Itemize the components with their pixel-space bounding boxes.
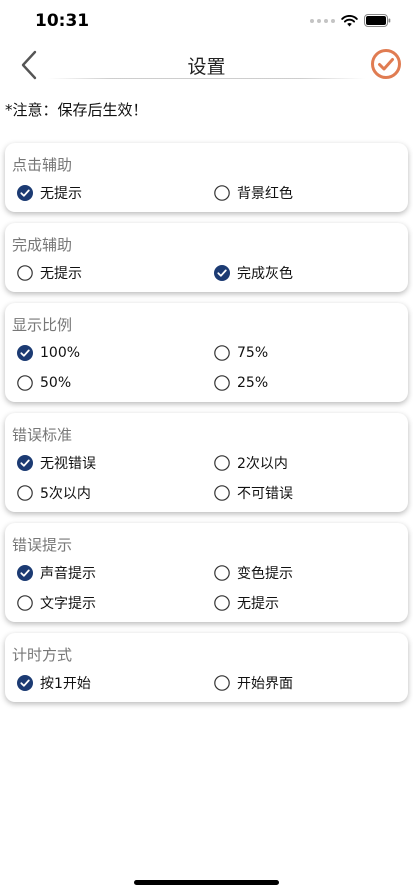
- radio-empty-icon: [214, 375, 230, 391]
- option-sound-hint[interactable]: 声音提示: [17, 562, 96, 584]
- radio-checked-icon: [17, 185, 33, 201]
- option-scale-100[interactable]: 100%: [17, 342, 80, 364]
- section-title: 点击辅助: [12, 156, 73, 174]
- radio-empty-icon: [214, 485, 230, 501]
- section-click-assist: 点击辅助 无提示 背景红色: [5, 143, 408, 212]
- wifi-icon: [341, 14, 358, 26]
- title-divider: [48, 78, 365, 79]
- home-indicator[interactable]: [134, 880, 279, 885]
- section-error-standard: 错误标准 无视错误 2次以内 5次以内 不可错误: [5, 413, 408, 512]
- page-title: 设置: [187, 56, 226, 78]
- radio-empty-icon: [214, 595, 230, 611]
- status-bar: 10:31: [0, 0, 413, 44]
- option-red-background[interactable]: 背景红色: [214, 182, 293, 204]
- radio-empty-icon: [214, 455, 230, 471]
- option-scale-25[interactable]: 25%: [214, 372, 268, 394]
- status-icons: [310, 14, 391, 27]
- option-no-hint[interactable]: 无提示: [17, 182, 82, 204]
- radio-empty-icon: [17, 375, 33, 391]
- radio-checked-icon: [214, 265, 230, 281]
- option-text-hint[interactable]: 文字提示: [17, 592, 96, 614]
- section-complete-assist: 完成辅助 无提示 完成灰色: [5, 223, 408, 292]
- option-no-hint[interactable]: 无提示: [17, 262, 82, 284]
- radio-checked-icon: [17, 345, 33, 361]
- check-circle-icon[interactable]: [370, 48, 402, 80]
- section-timing-mode: 计时方式 按1开始 开始界面: [5, 633, 408, 702]
- option-color-hint[interactable]: 变色提示: [214, 562, 293, 584]
- save-notice: *注意：保存后生效！: [5, 101, 148, 119]
- status-time: 10:31: [35, 11, 90, 31]
- option-start-screen[interactable]: 开始界面: [214, 672, 293, 694]
- option-complete-gray[interactable]: 完成灰色: [214, 262, 293, 284]
- option-ignore-errors[interactable]: 无视错误: [17, 452, 96, 474]
- option-no-hint[interactable]: 无提示: [214, 592, 279, 614]
- radio-empty-icon: [214, 565, 230, 581]
- radio-empty-icon: [17, 265, 33, 281]
- signal-icon: [310, 18, 335, 23]
- section-title: 完成辅助: [12, 236, 73, 254]
- nav-bar: 设置: [0, 44, 413, 86]
- option-no-errors[interactable]: 不可错误: [214, 482, 293, 504]
- section-title: 错误标准: [12, 426, 73, 444]
- option-within-2[interactable]: 2次以内: [214, 452, 288, 474]
- section-title: 错误提示: [12, 536, 73, 554]
- radio-checked-icon: [17, 565, 33, 581]
- option-scale-75[interactable]: 75%: [214, 342, 268, 364]
- radio-empty-icon: [214, 185, 230, 201]
- radio-empty-icon: [17, 595, 33, 611]
- section-title: 显示比例: [12, 316, 73, 334]
- option-scale-50[interactable]: 50%: [17, 372, 71, 394]
- option-start-on-1[interactable]: 按1开始: [17, 672, 91, 694]
- option-within-5[interactable]: 5次以内: [17, 482, 91, 504]
- radio-empty-icon: [214, 345, 230, 361]
- radio-checked-icon: [17, 675, 33, 691]
- section-title: 计时方式: [12, 646, 73, 664]
- section-display-scale: 显示比例 100% 75% 50% 25%: [5, 303, 408, 402]
- battery-icon: [364, 14, 391, 27]
- radio-empty-icon: [214, 675, 230, 691]
- radio-empty-icon: [17, 485, 33, 501]
- radio-checked-icon: [17, 455, 33, 471]
- section-error-hint: 错误提示 声音提示 变色提示 文字提示 无提示: [5, 523, 408, 622]
